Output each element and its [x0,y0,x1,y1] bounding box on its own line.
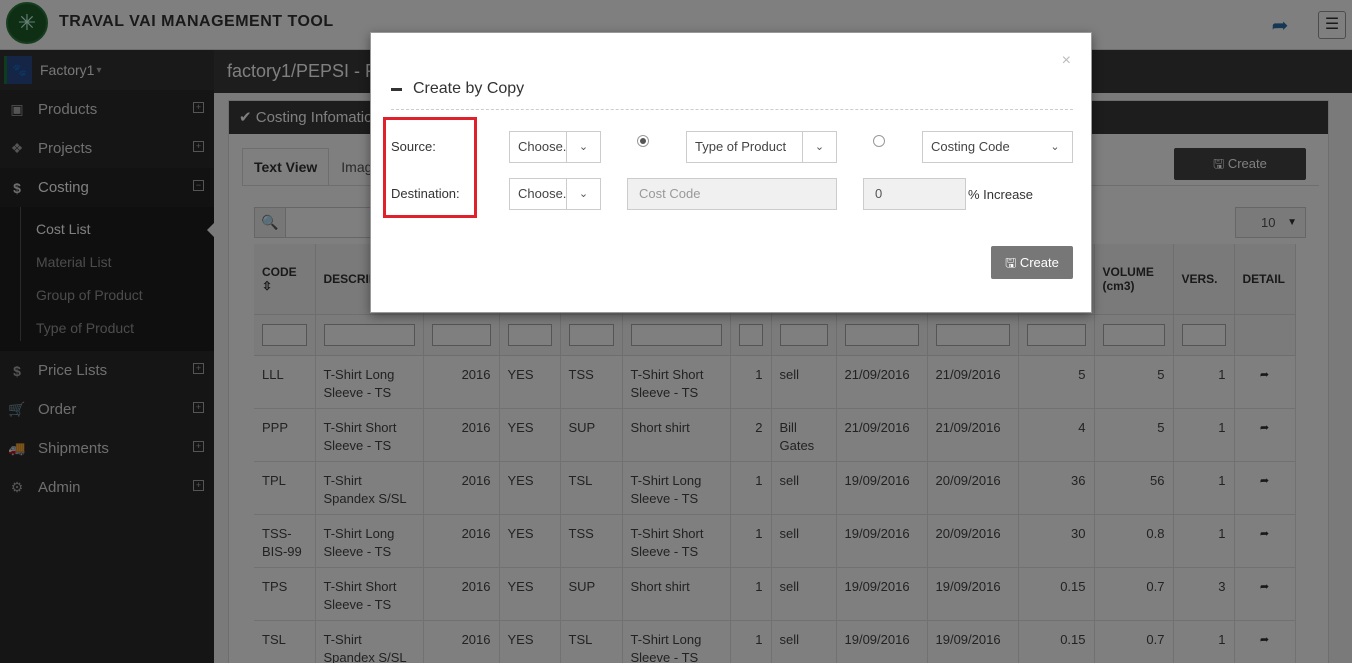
destination-select-value: Choose. [518,186,567,201]
modal-title[interactable]: Create by Copy [391,80,524,98]
highlight-box [383,117,477,218]
chevron-down-icon: ⌄ [566,179,600,209]
source-select[interactable]: Choose. ⌄ [509,131,601,163]
source-select-value: Choose. [518,139,567,154]
costing-code-select[interactable]: Costing Code ⌄ [922,131,1073,163]
modal-create-label: Create [1019,255,1059,270]
create-by-copy-modal: × Create by Copy Source: Destination: Ch… [370,32,1092,313]
type-of-product-select[interactable]: Type of Product ⌄ [686,131,837,163]
radio-type-of-product[interactable] [637,135,649,147]
modal-create-button[interactable]: 🖫 Create [991,246,1073,279]
increase-label: % Increase [968,187,1034,202]
collapse-icon [391,87,402,91]
type-of-product-value: Type of Product [695,139,787,154]
source-label: Source: [391,139,436,154]
cost-code-input[interactable]: Cost Code [627,178,837,210]
modal-title-text: Create by Copy [413,80,525,97]
chevron-down-icon: ⌄ [566,132,600,162]
close-icon[interactable]: × [1062,53,1071,69]
costing-code-value: Costing Code [931,139,1010,154]
destination-label: Destination: [391,186,460,201]
divider [391,109,1073,110]
increase-input[interactable]: 0 [863,178,966,210]
destination-select[interactable]: Choose. ⌄ [509,178,601,210]
chevron-down-icon: ⌄ [802,132,836,162]
save-icon: 🖫 [1005,255,1017,270]
chevron-down-icon: ⌄ [1050,141,1060,153]
radio-costing-code[interactable] [873,135,885,147]
